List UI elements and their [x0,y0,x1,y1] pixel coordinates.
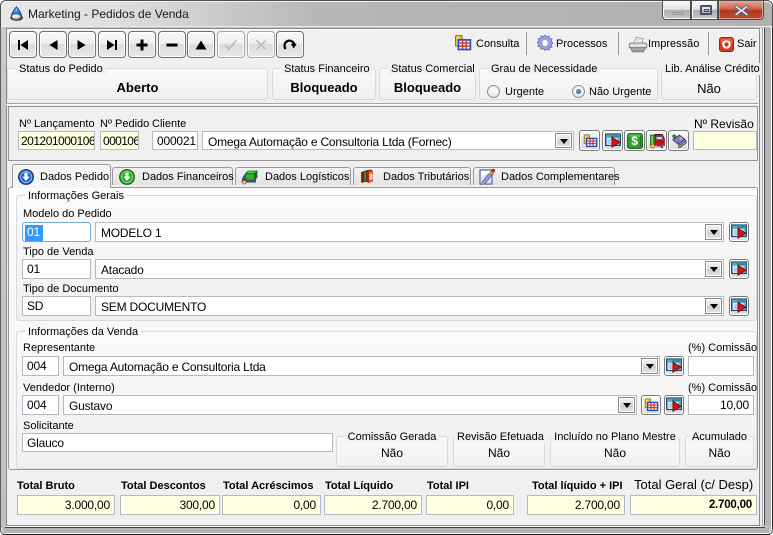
svg-text:$: $ [368,172,374,182]
svg-text:$: $ [631,134,638,148]
